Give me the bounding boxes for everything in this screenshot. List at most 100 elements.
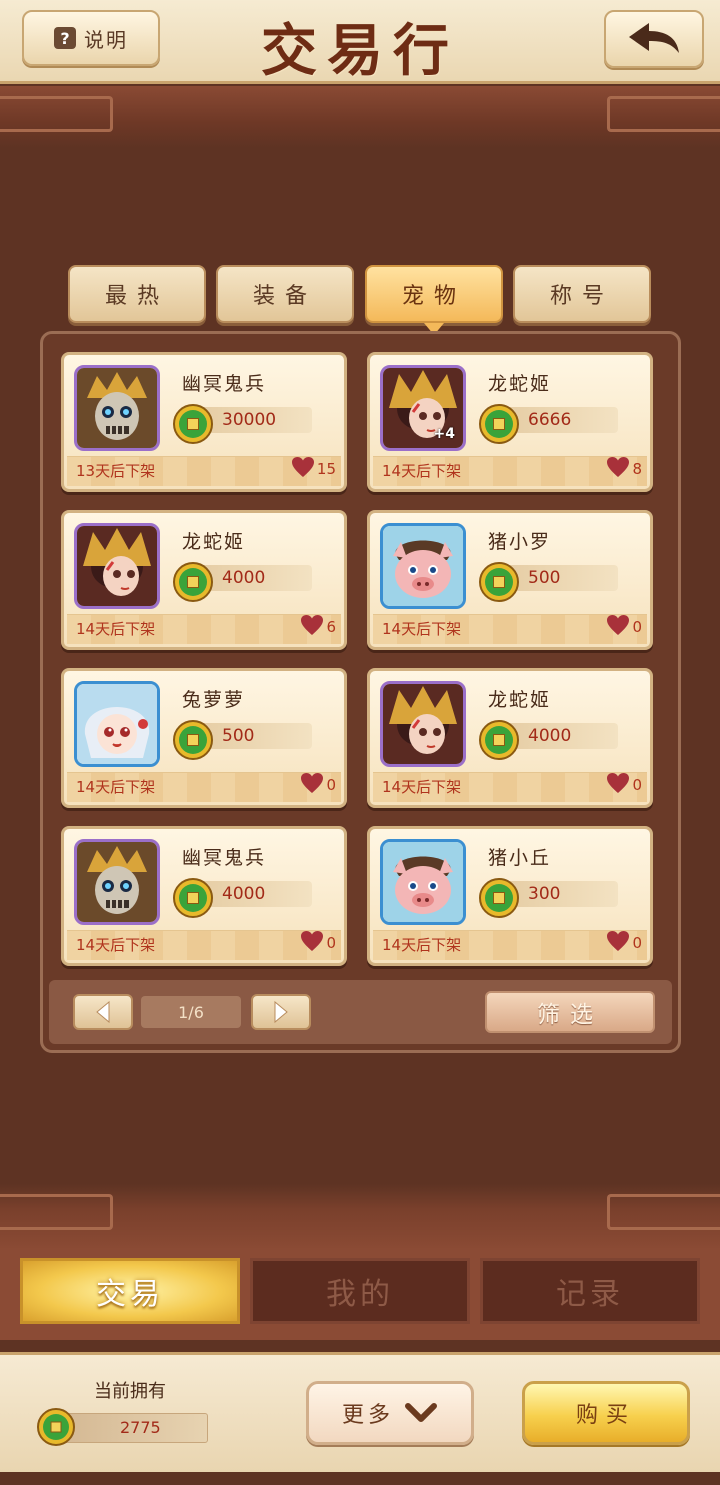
heart-icon — [300, 772, 324, 798]
likes[interactable]: 6 — [300, 614, 336, 640]
likes-count: 0 — [632, 934, 642, 952]
likes-count: 8 — [632, 460, 642, 478]
back-button[interactable] — [604, 10, 704, 68]
pet-portrait[interactable] — [74, 365, 160, 451]
coin-icon — [478, 877, 520, 923]
pet-name: 龙蛇姬 — [182, 531, 246, 553]
currency-owned-label: 当前拥有 — [94, 1381, 166, 1402]
listing-card[interactable]: 龙蛇姬 4000 14天后下架 6 — [61, 510, 347, 650]
right-arrow-icon — [274, 1000, 288, 1024]
heart-icon — [606, 614, 630, 640]
price-value: 500 — [528, 568, 561, 588]
likes[interactable]: 15 — [291, 456, 336, 482]
price-value: 4000 — [528, 726, 572, 746]
decorative-frame-bottom — [0, 1184, 720, 1248]
expire-text: 14天后下架 — [382, 462, 462, 480]
likes[interactable]: 8 — [606, 456, 642, 482]
heart-icon — [606, 456, 630, 482]
filter-button[interactable]: 筛选 — [485, 991, 655, 1033]
expire-text: 14天后下架 — [76, 778, 156, 796]
price-value: 30000 — [222, 410, 277, 430]
expire-text: 14天后下架 — [76, 936, 156, 954]
next-page-button[interactable] — [251, 994, 311, 1030]
coin-icon — [36, 1407, 76, 1451]
likes-count: 0 — [326, 776, 336, 794]
pet-portrait[interactable] — [380, 839, 466, 925]
left-arrow-icon — [96, 1000, 110, 1024]
decorative-frame-top — [0, 86, 720, 148]
coin-icon — [172, 719, 214, 765]
expire-text: 13天后下架 — [76, 462, 156, 480]
pet-name: 幽冥鬼兵 — [182, 373, 267, 395]
coin-icon — [478, 403, 520, 449]
heart-icon — [300, 930, 324, 956]
tab-trade[interactable]: 交易 — [20, 1258, 240, 1324]
likes[interactable]: 0 — [300, 772, 336, 798]
heart-icon — [606, 930, 630, 956]
buy-button[interactable]: 购买 — [522, 1381, 690, 1445]
pager-row: 1/6 筛选 — [49, 980, 672, 1044]
likes-count: 0 — [632, 618, 642, 636]
listing-card[interactable]: 猪小丘 300 14天后下架 0 — [367, 826, 653, 966]
back-arrow-icon — [629, 23, 679, 53]
likes-count: 6 — [326, 618, 336, 636]
pet-portrait[interactable] — [74, 839, 160, 925]
pet-name: 猪小罗 — [488, 531, 552, 553]
tab-records[interactable]: 记录 — [480, 1258, 700, 1324]
likes-count: 0 — [632, 776, 642, 794]
more-button[interactable]: 更多 — [306, 1381, 474, 1445]
likes[interactable]: 0 — [606, 614, 642, 640]
price-value: 500 — [222, 726, 255, 746]
likes-count: 15 — [316, 460, 336, 478]
currency-owned-amount: 2775 — [120, 1418, 161, 1437]
likes[interactable]: 0 — [300, 930, 336, 956]
coin-icon — [478, 719, 520, 765]
pet-portrait[interactable] — [380, 523, 466, 609]
tab-hot[interactable]: 最热 — [68, 265, 206, 323]
price-value: 4000 — [222, 884, 266, 904]
heart-icon — [300, 614, 324, 640]
listing-card[interactable]: 猪小罗 500 14天后下架 0 — [367, 510, 653, 650]
listing-card[interactable]: 兔萝萝 500 14天后下架 0 — [61, 668, 347, 808]
heart-icon — [606, 772, 630, 798]
pet-name: 猪小丘 — [488, 847, 552, 869]
listing-panel: 幽冥鬼兵 30000 13天后下架 15 +4 龙蛇姬 6666 14天后下架 8 龙蛇姬 4000… — [40, 331, 681, 1053]
listing-card[interactable]: +4 龙蛇姬 6666 14天后下架 8 — [367, 352, 653, 492]
likes[interactable]: 0 — [606, 772, 642, 798]
price-value: 6666 — [528, 410, 572, 430]
likes[interactable]: 0 — [606, 930, 642, 956]
expire-text: 14天后下架 — [382, 620, 462, 638]
category-tabs: 最热 装备 宠物 称号 — [68, 265, 652, 335]
pet-portrait[interactable] — [380, 681, 466, 767]
expire-text: 14天后下架 — [382, 778, 462, 796]
listing-card[interactable]: 幽冥鬼兵 4000 14天后下架 0 — [61, 826, 347, 966]
tab-equipment[interactable]: 装备 — [216, 265, 354, 323]
chevron-down-icon — [405, 1403, 437, 1422]
price-value: 4000 — [222, 568, 266, 588]
likes-count: 0 — [326, 934, 336, 952]
tab-titles[interactable]: 称号 — [513, 265, 651, 323]
more-label: 更多 — [341, 1403, 394, 1428]
listing-card[interactable]: 幽冥鬼兵 30000 13天后下架 15 — [61, 352, 347, 492]
expire-text: 14天后下架 — [76, 620, 156, 638]
coin-icon — [172, 561, 214, 607]
footer-strip — [0, 1472, 720, 1485]
prev-page-button[interactable] — [73, 994, 133, 1030]
listing-card[interactable]: 龙蛇姬 4000 14天后下架 0 — [367, 668, 653, 808]
price-value: 300 — [528, 884, 561, 904]
page-indicator: 1/6 — [141, 996, 241, 1028]
tab-mine[interactable]: 我的 — [250, 1258, 470, 1324]
heart-icon — [291, 456, 315, 482]
header-bar: ? 说明 交易行 — [0, 0, 720, 84]
enhance-badge: +4 — [433, 426, 455, 442]
pet-portrait[interactable] — [74, 523, 160, 609]
expire-text: 14天后下架 — [382, 936, 462, 954]
bottom-bar: 当前拥有 2775 更多 购买 — [0, 1352, 720, 1472]
coin-icon — [172, 403, 214, 449]
pet-name: 龙蛇姬 — [488, 689, 552, 711]
tab-pets[interactable]: 宠物 — [365, 265, 503, 335]
pet-portrait[interactable]: +4 — [380, 365, 466, 451]
pet-portrait[interactable] — [74, 681, 160, 767]
pet-name: 龙蛇姬 — [488, 373, 552, 395]
pet-name: 兔萝萝 — [182, 689, 246, 711]
